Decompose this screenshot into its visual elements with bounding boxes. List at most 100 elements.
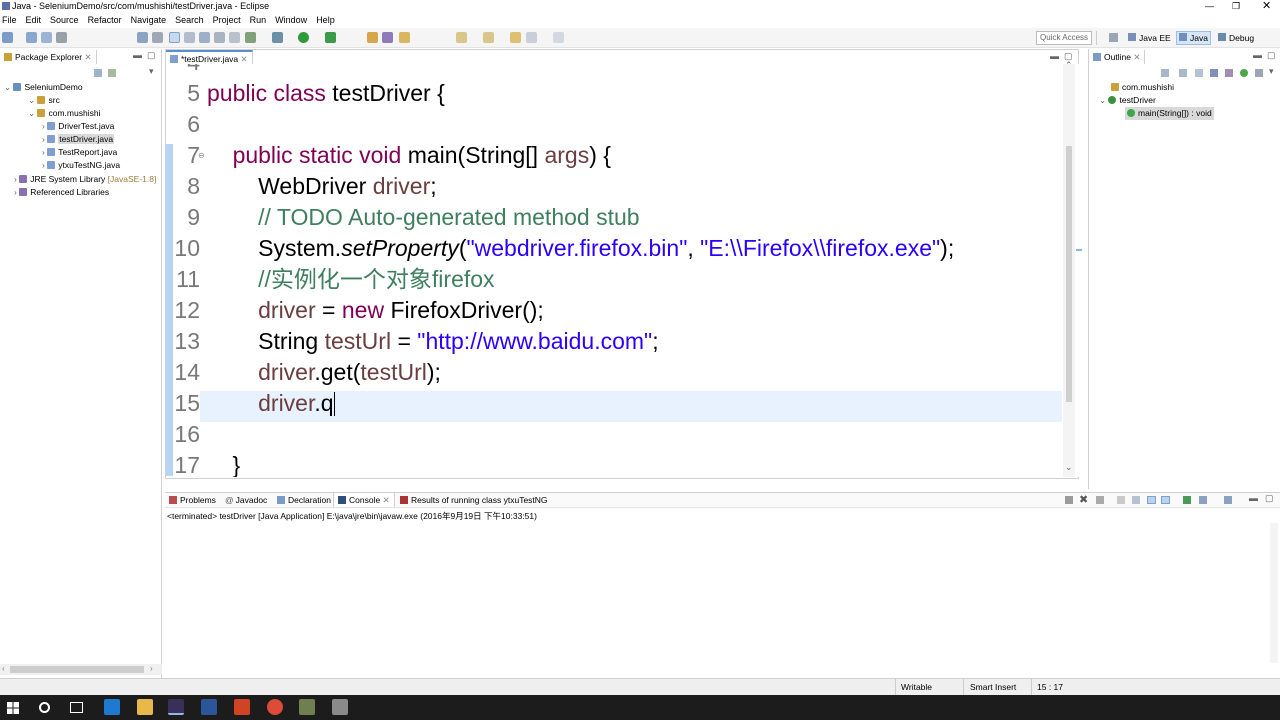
- close-tab-icon[interactable]: ✕: [84, 52, 91, 62]
- pilcrow-icon[interactable]: [229, 32, 240, 43]
- tab-javadoc[interactable]: @ Javadoc: [221, 493, 271, 507]
- pin-console-icon[interactable]: [1183, 496, 1191, 504]
- tree-item-referenced-libraries[interactable]: › Referenced Libraries: [14, 186, 109, 199]
- close-tab-icon[interactable]: ✕: [383, 495, 390, 505]
- menu-refactor[interactable]: Refactor: [88, 15, 122, 25]
- show-console-stderr-icon[interactable]: [1161, 496, 1170, 504]
- tree-item-package[interactable]: ⌄ com.mushishi: [28, 107, 100, 120]
- scroll-right-icon[interactable]: ›: [150, 664, 153, 673]
- close-tab-icon[interactable]: ✕: [1133, 52, 1140, 62]
- console-scrollbar[interactable]: [1270, 523, 1278, 663]
- menu-window[interactable]: Window: [275, 15, 307, 25]
- collapse-all-icon[interactable]: [1161, 69, 1169, 77]
- new-icon[interactable]: [2, 32, 13, 43]
- outline-item-package[interactable]: com.mushishi: [1111, 81, 1174, 94]
- hide-nonpublic-icon[interactable]: [1225, 69, 1233, 77]
- menu-source[interactable]: Source: [50, 15, 79, 25]
- search-icon[interactable]: [39, 702, 50, 713]
- terminate-icon[interactable]: [1065, 496, 1073, 504]
- code-text[interactable]: System.setProperty("webdriver.firefox.bi…: [207, 233, 954, 264]
- forward-icon[interactable]: [553, 32, 564, 43]
- maximize-view-icon[interactable]: ▢: [1265, 493, 1274, 504]
- scroll-lock-icon[interactable]: [1132, 496, 1140, 504]
- status-cursor-position[interactable]: 15 : 17: [1037, 679, 1063, 695]
- menu-file[interactable]: File: [2, 15, 17, 25]
- view-menu-icon[interactable]: ▾: [1269, 66, 1274, 77]
- open-perspective-icon[interactable]: [1109, 33, 1118, 42]
- menu-run[interactable]: Run: [250, 15, 267, 25]
- code-text[interactable]: // TODO Auto-generated method stub: [207, 202, 639, 233]
- file-explorer-icon[interactable]: [137, 699, 153, 715]
- task-view-icon[interactable]: [70, 702, 83, 713]
- tree-item-file[interactable]: › TestReport.java: [42, 146, 117, 159]
- code-text[interactable]: driver.get(testUrl);: [207, 357, 441, 388]
- code-text[interactable]: }: [207, 450, 241, 477]
- fold-icon[interactable]: ⊖: [198, 140, 205, 171]
- sort-icon[interactable]: [1179, 69, 1187, 77]
- ruler-marker[interactable]: [1076, 249, 1082, 251]
- new-java-project-icon[interactable]: [367, 32, 378, 43]
- perspective-java-ee[interactable]: Java EE: [1128, 31, 1171, 45]
- tree-item-file[interactable]: › DriverTest.java: [42, 120, 114, 133]
- code-text[interactable]: driver = new FirefoxDriver();: [207, 295, 544, 326]
- menu-project[interactable]: Project: [213, 15, 241, 25]
- print-icon[interactable]: [56, 32, 67, 43]
- tree-item-file-selected[interactable]: › testDriver.java: [42, 133, 115, 146]
- menu-navigate[interactable]: Navigate: [131, 15, 167, 25]
- run-icon[interactable]: [298, 32, 309, 43]
- refresh-icon[interactable]: [245, 32, 256, 43]
- tree-item-jre[interactable]: › JRE System Library [JavaSE-1.8]: [14, 173, 156, 186]
- chrome-icon[interactable]: [267, 699, 283, 715]
- minimize-view-icon[interactable]: ▬: [1249, 493, 1258, 503]
- tree-item-file[interactable]: › ytxuTestNG.java: [42, 159, 120, 172]
- save-icon[interactable]: [26, 32, 37, 43]
- back-icon[interactable]: [526, 32, 537, 43]
- tab-problems[interactable]: Problems: [165, 493, 220, 507]
- perspective-debug[interactable]: Debug: [1218, 31, 1254, 45]
- word-icon[interactable]: [201, 699, 217, 715]
- code-text[interactable]: public static void main(String[] args) {: [207, 140, 611, 171]
- save-all-icon[interactable]: [41, 32, 52, 43]
- maximize-icon[interactable]: ❐: [1232, 0, 1240, 12]
- last-edit-icon[interactable]: [510, 32, 521, 43]
- menu-edit[interactable]: Edit: [26, 15, 42, 25]
- scroll-up-icon[interactable]: ⌃: [1065, 60, 1073, 71]
- outline-item-method[interactable]: main(String[]) : void: [1125, 107, 1214, 120]
- close-tab-icon[interactable]: ✕: [241, 54, 248, 64]
- horizontal-scrollbar[interactable]: ‹ ›: [0, 664, 162, 675]
- new-package-icon[interactable]: [382, 32, 393, 43]
- scroll-thumb[interactable]: [1066, 146, 1072, 402]
- code-text[interactable]: //实例化一个对象firefox: [207, 264, 494, 295]
- collapse-all-icon[interactable]: [94, 69, 102, 77]
- outline-tab[interactable]: Outline ✕: [1089, 50, 1146, 64]
- external-tools-icon[interactable]: [325, 32, 336, 43]
- block-icon[interactable]: [214, 32, 225, 43]
- toggle-icon[interactable]: [137, 32, 148, 43]
- outline-item-class[interactable]: ⌄ testDriver: [1099, 94, 1156, 107]
- start-icon[interactable]: [7, 702, 19, 714]
- menu-search[interactable]: Search: [175, 15, 204, 25]
- code-text[interactable]: public class testDriver {: [207, 78, 445, 109]
- hide-local-types-icon[interactable]: [1240, 69, 1248, 77]
- scroll-thumb[interactable]: [10, 666, 144, 673]
- show-console-stdout-icon[interactable]: [1147, 496, 1156, 504]
- scroll-down-icon[interactable]: ⌄: [1065, 462, 1073, 473]
- remove-launch-icon[interactable]: ✖: [1079, 493, 1088, 506]
- tab-declaration[interactable]: Declaration: [273, 493, 335, 507]
- maximize-view-icon[interactable]: ▢: [1267, 50, 1276, 61]
- app-icon[interactable]: [332, 699, 348, 715]
- tab-testng-results[interactable]: Results of running class ytxuTestNG: [396, 493, 552, 507]
- open-type-icon[interactable]: [399, 32, 410, 43]
- minimize-icon[interactable]: —: [1205, 0, 1214, 12]
- menu-help[interactable]: Help: [316, 15, 335, 25]
- code-text[interactable]: String testUrl = "http://www.baidu.com";: [207, 326, 659, 357]
- link-editor-icon[interactable]: [108, 69, 116, 77]
- display-console-icon[interactable]: [1199, 496, 1207, 504]
- debug-icon[interactable]: [272, 32, 283, 43]
- minimize-view-icon[interactable]: ▬: [133, 50, 142, 60]
- format-icon[interactable]: [184, 32, 195, 43]
- editor-vertical-scrollbar[interactable]: ⌃ ⌄: [1063, 60, 1075, 477]
- tab-console[interactable]: Console ✕: [333, 493, 395, 507]
- code-text[interactable]: driver.q: [207, 388, 336, 419]
- view-menu-icon[interactable]: ▾: [149, 66, 154, 77]
